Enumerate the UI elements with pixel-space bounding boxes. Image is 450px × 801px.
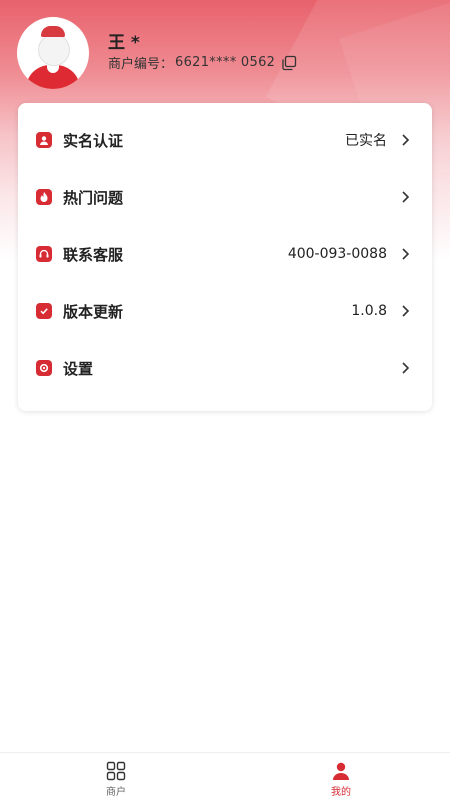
menu-card: 实名认证 已实名 热门问题 联系客服 400-093-0088 版本更新 1.0… (18, 103, 432, 411)
menu-item-value: 400-093-0088 (287, 246, 387, 262)
tab-label: 我的 (331, 787, 351, 798)
chevron-right-icon (402, 191, 410, 203)
menu-item-customer-service[interactable]: 联系客服 400-093-0088 (18, 226, 432, 282)
menu-item-label: 版本更新 (63, 302, 124, 321)
menu-item-real-name[interactable]: 实名认证 已实名 (18, 112, 432, 168)
menu-item-label: 设置 (63, 359, 94, 378)
merchant-id-value: 6621**** 0562 (175, 55, 276, 70)
tab-mine[interactable]: 我的 (281, 753, 401, 801)
chevron-right-icon (402, 305, 410, 317)
flame-icon (36, 189, 52, 205)
menu-item-label: 热门问题 (63, 188, 124, 207)
menu-item-version-update[interactable]: 版本更新 1.0.8 (18, 283, 432, 339)
avatar[interactable] (17, 17, 89, 89)
update-icon (36, 303, 52, 319)
merchant-id-label: 商户编号： (108, 57, 174, 72)
gear-icon (36, 360, 52, 376)
person-icon (333, 762, 349, 780)
bottom-tab-bar: 商户 我的 (0, 752, 450, 801)
menu-item-label: 联系客服 (63, 245, 124, 264)
tab-merchant[interactable]: 商户 (56, 753, 176, 801)
id-card-icon (36, 132, 52, 148)
chevron-right-icon (402, 134, 410, 146)
menu-item-label: 实名认证 (63, 131, 124, 150)
headset-icon (36, 246, 52, 262)
chevron-right-icon (402, 248, 410, 260)
menu-item-value: 1.0.8 (351, 303, 387, 319)
grid-icon (106, 761, 126, 781)
avatar-face (38, 34, 70, 66)
copy-icon[interactable] (281, 55, 297, 71)
menu-item-value: 已实名 (345, 133, 387, 149)
avatar-hat (41, 26, 65, 37)
chevron-right-icon (402, 362, 410, 374)
tab-label: 商户 (106, 787, 126, 798)
menu-item-settings[interactable]: 设置 (18, 340, 432, 396)
user-name: 王 * (108, 33, 140, 53)
merchant-id-row: 商户编号： 6621**** 0562 (108, 53, 297, 72)
menu-item-faq[interactable]: 热门问题 (18, 169, 432, 225)
